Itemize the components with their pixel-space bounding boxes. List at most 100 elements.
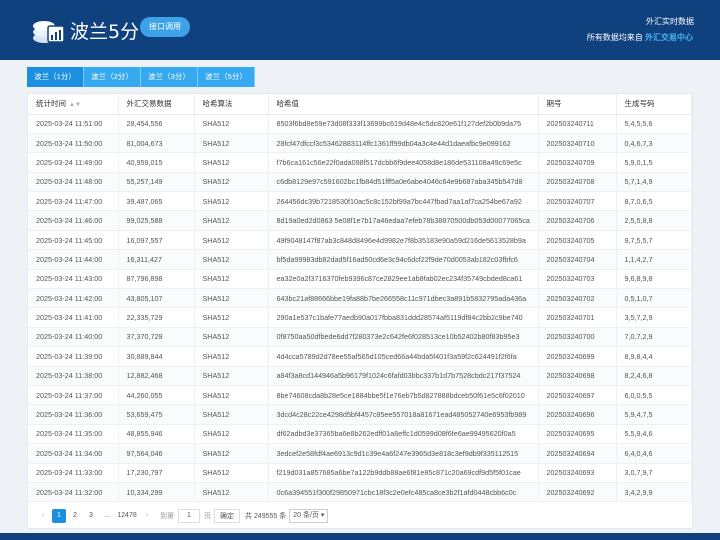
table-row: 2025-03-24 11:50:00 81,004,673 SHA512 28fcf… <box>28 133 692 154</box>
hash-cell: 8503f6bd8e59e73d08f333f13699bc619d48e4c5… <box>268 114 539 134</box>
source-prefix: 所有数据均来自 <box>586 33 643 42</box>
table-row: 2025-03-24 11:46:00 99,025,588 SHA512 8d19a… <box>28 210 692 231</box>
fx-value-cell: 39,487,065 <box>118 191 195 212</box>
algo-cell: SHA512 <box>194 133 269 154</box>
time-cell: 2025-03-24 11:43:00 <box>28 269 119 290</box>
number-cell: 7,0,7,2,9 <box>616 327 692 348</box>
hash-cell: 264456dc39b7218530f10ac5c8c152bf99a7bc44… <box>268 191 539 212</box>
time-cell: 2025-03-24 11:50:00 <box>28 133 119 154</box>
fx-value-cell: 30,889,844 <box>118 346 195 367</box>
number-cell: 1,1,4,2,7 <box>616 249 692 270</box>
header-right-title: 外汇实时数据 <box>646 17 694 26</box>
col-fx-header: 外汇交易数据 <box>118 94 195 115</box>
time-cell: 2025-03-24 11:37:00 <box>28 385 119 406</box>
col-time-header[interactable]: 统计时间 ▲▼ <box>28 94 119 115</box>
page-3-button[interactable]: 3 <box>84 509 98 523</box>
issue-cell: 202503240697 <box>538 385 617 406</box>
hash-cell: 3dcd4c28c22ce4298d5bf4457c85ee557018a816… <box>268 404 539 425</box>
issue-cell: 202503240703 <box>538 269 617 290</box>
goto-label: 到第 <box>160 513 174 520</box>
page-2-button[interactable]: 2 <box>68 509 82 523</box>
number-cell: 5,9,0,1,5 <box>616 152 692 173</box>
algo-cell: SHA512 <box>194 288 269 309</box>
algo-cell: SHA512 <box>194 424 269 445</box>
table-row: 2025-03-24 11:49:00 40,959,015 SHA512 f7b6c… <box>28 152 692 173</box>
algo-cell: SHA512 <box>194 307 269 328</box>
number-cell: 6,0,0,5,5 <box>616 385 692 406</box>
hash-cell: df62adbd3e37365ba6e8b262edff01a8effc1d05… <box>268 424 539 445</box>
confirm-button[interactable]: 确定 <box>214 509 240 523</box>
hash-cell: 8be74608cda8b28e5ce1884bbe5f1e76eb7b5d82… <box>268 385 539 406</box>
tab-1min[interactable]: 波兰（1分） <box>27 67 84 87</box>
algo-cell: SHA512 <box>194 172 269 193</box>
tab-2min[interactable]: 波兰（2分） <box>84 67 141 87</box>
time-cell: 2025-03-24 11:49:00 <box>28 152 119 173</box>
fx-value-cell: 28,454,556 <box>118 114 195 134</box>
issue-cell: 202503240693 <box>538 463 617 483</box>
time-cell: 2025-03-24 11:34:00 <box>28 443 119 464</box>
prev-page-button[interactable]: ‹ <box>36 509 50 523</box>
api-call-button[interactable]: 接口调用 <box>140 17 190 37</box>
fx-value-cell: 99,025,588 <box>118 210 195 231</box>
hash-cell: 4d4cca5789d2d78ee55af565d105ced66a44bda5… <box>268 346 539 367</box>
fx-value-cell: 48,855,946 <box>118 424 195 445</box>
sort-icon[interactable]: ▲▼ <box>69 102 81 108</box>
issue-cell: 202503240695 <box>538 424 617 445</box>
table-row: 2025-03-24 11:34:00 97,564,046 SHA512 3edce… <box>28 443 692 464</box>
col-algo-header: 哈希算法 <box>194 94 269 115</box>
table-row: 2025-03-24 11:39:00 30,889,844 SHA512 4d4cc… <box>28 346 692 367</box>
fx-value-cell: 22,335,729 <box>118 307 195 328</box>
number-cell: 6,4,0,4,6 <box>616 443 692 464</box>
fx-value-cell: 97,564,046 <box>118 443 195 464</box>
time-cell: 2025-03-24 11:40:00 <box>28 327 119 348</box>
time-cell: 2025-03-24 11:44:00 <box>28 249 119 270</box>
goto-page-input[interactable]: 1 <box>178 509 200 523</box>
page-1-button[interactable]: 1 <box>52 509 66 523</box>
brand-title: 波兰5分 <box>70 21 140 43</box>
header-right-subtitle: 所有数据均来自 外汇交易中心 <box>587 32 693 43</box>
algo-cell: SHA512 <box>194 404 269 425</box>
col-issue-header: 期号 <box>538 94 617 115</box>
page-size-select[interactable]: 20 条/页 ▾ <box>289 509 329 523</box>
col-time-label: 统计时间 <box>36 99 66 109</box>
page-unit-label: 页 <box>204 513 211 520</box>
algo-cell: SHA512 <box>194 210 269 231</box>
hash-cell: 0c6a394551f300f29850971cbc18f3c2e0efc485… <box>268 482 539 503</box>
issue-cell: 202503240707 <box>538 191 617 212</box>
next-page-button[interactable]: › <box>140 509 154 523</box>
fx-value-cell: 87,796,898 <box>118 269 195 290</box>
time-cell: 2025-03-24 11:33:00 <box>28 463 119 483</box>
time-cell: 2025-03-24 11:46:00 <box>28 210 119 231</box>
last-page-button[interactable]: 12478 <box>116 509 138 523</box>
tab-5min[interactable]: 波兰（5分） <box>198 67 255 87</box>
table-row: 2025-03-24 11:35:00 48,855,946 SHA512 df62a… <box>28 424 692 445</box>
number-cell: 9,7,5,5,7 <box>616 230 692 251</box>
number-cell: 3,4,2,9,9 <box>616 482 692 503</box>
fx-value-cell: 44,260,055 <box>118 385 195 406</box>
issue-cell: 202503240708 <box>538 172 617 193</box>
hash-cell: 28fcf47dfccf3c53462883114ffc1361ff99db04… <box>268 133 539 154</box>
hash-cell: 290a1e537c1bafe77aedb90a017fbba831ddd285… <box>268 307 539 328</box>
algo-cell: SHA512 <box>194 327 269 348</box>
total-count: 共 249555 条 <box>245 513 287 520</box>
algo-cell: SHA512 <box>194 152 269 173</box>
number-cell: 0,4,6,7,3 <box>616 133 692 154</box>
tab-3min[interactable]: 波兰（3分） <box>141 67 198 87</box>
issue-cell: 202503240706 <box>538 210 617 231</box>
algo-cell: SHA512 <box>194 249 269 270</box>
fx-value-cell: 17,230,797 <box>118 463 195 483</box>
number-cell: 5,5,9,4,6 <box>616 424 692 445</box>
fx-value-cell: 53,659,475 <box>118 404 195 425</box>
algo-cell: SHA512 <box>194 463 269 483</box>
fx-value-cell: 16,311,427 <box>118 249 195 270</box>
algo-cell: SHA512 <box>194 114 269 134</box>
algo-cell: SHA512 <box>194 269 269 290</box>
time-cell: 2025-03-24 11:45:00 <box>28 230 119 251</box>
hash-cell: a84f3a8cd144946a5b96179f1024c6fafd03bbc3… <box>268 366 539 386</box>
source-link[interactable]: 外汇交易中心 <box>645 33 693 42</box>
algo-cell: SHA512 <box>194 443 269 464</box>
table-row: 2025-03-24 11:47:00 39,487,065 SHA512 26445… <box>28 191 692 212</box>
issue-cell: 202503240710 <box>538 133 617 154</box>
time-cell: 2025-03-24 11:36:00 <box>28 404 119 425</box>
table-row: 2025-03-24 11:43:00 87,796,898 SHA512 ea32e… <box>28 269 692 290</box>
